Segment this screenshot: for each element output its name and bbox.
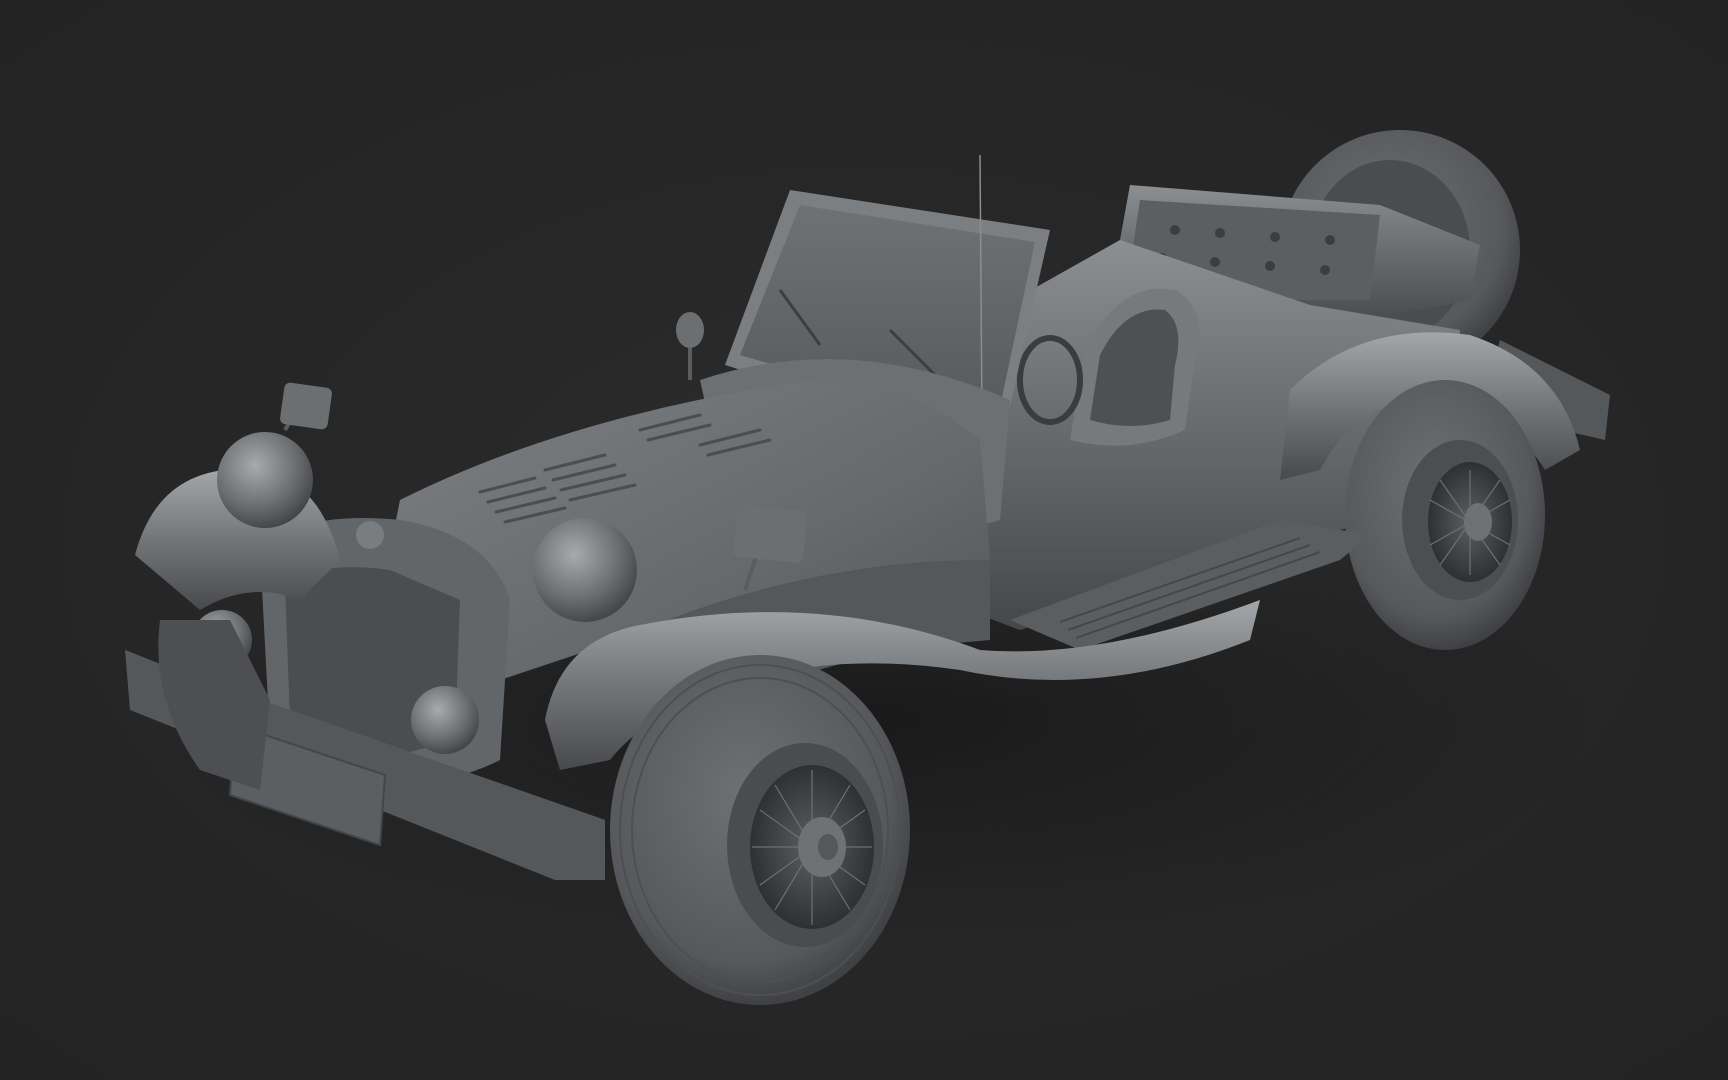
headlamp-left xyxy=(217,432,313,528)
mirror-left xyxy=(280,382,332,432)
mirror-center xyxy=(676,312,704,380)
fog-lamp-right xyxy=(411,686,479,754)
rear-wheel xyxy=(1345,380,1545,650)
front-wheel xyxy=(610,655,910,1005)
radiator-cap xyxy=(356,521,384,549)
car-render xyxy=(125,130,1610,1005)
3d-viewport[interactable] xyxy=(0,0,1728,1080)
headlamp-right xyxy=(533,518,637,622)
